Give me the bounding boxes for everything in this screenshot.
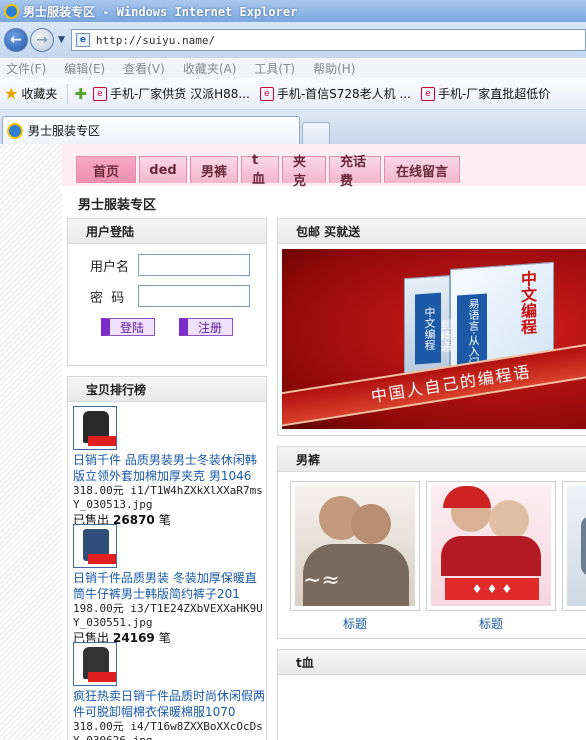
ie-logo-icon	[4, 3, 19, 19]
address-bar[interactable]: e http://suiyu.name/	[70, 29, 586, 51]
product-card: ♦ ♦ ♦ 标题	[426, 481, 556, 632]
favorites-button[interactable]: 收藏夹	[21, 85, 57, 102]
login-panel-title: 用户登陆	[68, 219, 266, 244]
tab-ie-icon	[7, 122, 23, 139]
login-panel: 用户登陆 用户名 密 码 登陆 注册	[67, 218, 267, 366]
favorite-page-icon: e	[92, 86, 107, 101]
address-toolbar: ← → ▼ e http://suiyu.name/	[0, 22, 586, 58]
menu-tools[interactable]: 工具(T)	[254, 60, 295, 77]
ranking-panel: 宝贝排行榜 日销千件 品质男装男士冬装休闲韩版立领外套加棉加厚夹克 男1046 …	[67, 376, 267, 740]
menu-file[interactable]: 文件(F)	[6, 60, 46, 77]
page-title: 男士服装专区	[78, 198, 157, 213]
login-button[interactable]: 登陆	[101, 318, 155, 336]
tshirt-panel: t血	[277, 649, 586, 740]
browser-tab-active[interactable]: 男士服装专区	[2, 116, 300, 144]
pants-panel: 男裤 ∼≈ 标题 ♦ ♦ ♦ 标题	[277, 446, 586, 639]
pants-panel-title: 男裤	[278, 447, 586, 472]
nav-ded[interactable]: ded	[139, 156, 187, 183]
product-thumbnail-jacket[interactable]	[73, 406, 117, 450]
promo-panel-title: 包邮 买就送	[278, 219, 586, 244]
favorites-separator	[67, 83, 69, 104]
favorite-link-label: 手机-厂家直批超低价	[437, 87, 551, 101]
back-button[interactable]: ←	[4, 28, 28, 52]
username-label: 用户名	[90, 259, 130, 275]
menu-view[interactable]: 查看(V)	[123, 60, 165, 77]
register-button[interactable]: 注册	[179, 318, 233, 336]
promo-banner-image[interactable]: 中文编程 易语言·从入门到精通 中文编程 中国人自己的编程语	[282, 249, 586, 429]
ranking-item: 疯狂热卖日销千件品质时尚休闲假两件可脱卸帽棉衣保暖棉服1070 318.00元 …	[73, 642, 265, 740]
product-link[interactable]: 日销千件 品质男装男士冬装休闲韩版立领外套加棉加厚夹克 男1046	[73, 452, 265, 484]
menu-help[interactable]: 帮助(H)	[313, 60, 355, 77]
menu-edit[interactable]: 编辑(E)	[64, 60, 105, 77]
window-titlebar: 男士服装专区 - Windows Internet Explorer	[0, 0, 586, 22]
favorite-link-2[interactable]: e 手机-首信S728老人机 ...	[259, 85, 411, 102]
ranking-item: 日销千件 品质男装男士冬装休闲韩版立领外套加棉加厚夹克 男1046 318.00…	[73, 406, 265, 528]
favorites-bar: ★ 收藏夹 ✚ e 手机-厂家供货 汉派H88... e 手机-首信S728老人…	[0, 78, 586, 110]
add-to-favorites-icon[interactable]: ✚	[74, 85, 87, 103]
window-title: 男士服装专区 - Windows Internet Explorer	[23, 4, 298, 19]
nav-tshirt[interactable]: t血	[241, 153, 279, 187]
nav-recharge[interactable]: 充话费	[329, 155, 381, 189]
favorites-star-icon[interactable]: ★	[4, 84, 18, 103]
product-link[interactable]: 疯狂热卖日销千件品质时尚休闲假两件可脱卸帽棉衣保暖棉服1070	[73, 688, 265, 720]
product-thumbnail-coat[interactable]	[73, 642, 117, 686]
password-input[interactable]	[138, 285, 250, 307]
product-link[interactable]: 日销千件品质男装 冬装加厚保暖直筒牛仔裤男士韩版简约裤子201	[73, 570, 265, 602]
favorite-link-label: 手机-厂家供货 汉派H88...	[109, 87, 250, 101]
page-viewport: 首页 ded 男裤 t血 夹克 充话费 在线留言 男士服装专区 用户登陆 用户名…	[0, 144, 586, 740]
banner-slogan: 中国人自己的编程语	[369, 362, 533, 407]
favorite-link-1[interactable]: e 手机-厂家供货 汉派H88...	[92, 85, 250, 102]
address-url[interactable]: http://suiyu.name/	[96, 34, 215, 47]
product-price: 318.00元 i4/T16w8ZXXBoXXcOcDsY_030626.jpg	[73, 720, 263, 740]
tshirt-panel-title: t血	[278, 650, 586, 675]
product-image[interactable]: ∼≈	[290, 481, 420, 611]
promo-panel: 包邮 买就送 中文编程 易语言·从入门到精通 中文编程 中国人自己的编程语	[277, 218, 586, 436]
ranking-item: 日销千件品质男装 冬装加厚保暖直筒牛仔裤男士韩版简约裤子201 198.00元 …	[73, 524, 265, 646]
product-image[interactable]	[562, 481, 586, 611]
tab-bar: 男士服装专区	[0, 110, 586, 144]
page-icon: e	[75, 33, 90, 47]
product-image[interactable]: ♦ ♦ ♦	[426, 481, 556, 611]
product-caption[interactable]: 标题	[426, 615, 556, 632]
forward-button[interactable]: →	[30, 28, 54, 52]
tab-title: 男士服装专区	[28, 124, 101, 138]
product-price: 318.00元 i1/T1W4hZXkXlXXaR7msY_030513.jpg	[73, 484, 263, 511]
nav-pants[interactable]: 男裤	[190, 156, 238, 183]
favorite-page-icon: e	[259, 86, 274, 101]
menu-favorites[interactable]: 收藏夹(A)	[183, 60, 237, 77]
favorite-link-3[interactable]: e 手机-厂家直批超低价	[420, 85, 551, 102]
menu-bar: 文件(F) 编辑(E) 查看(V) 收藏夹(A) 工具(T) 帮助(H)	[0, 58, 586, 78]
site-container: 首页 ded 男裤 t血 夹克 充话费 在线留言 男士服装专区 用户登陆 用户名…	[62, 144, 586, 740]
product-card: ∼≈ 标题	[290, 481, 420, 632]
favorite-link-label: 手机-首信S728老人机 ...	[276, 87, 411, 101]
nav-home[interactable]: 首页	[76, 156, 136, 183]
username-input[interactable]	[138, 254, 250, 276]
ranking-panel-title: 宝贝排行榜	[68, 377, 266, 402]
history-dropdown-icon[interactable]: ▼	[58, 35, 65, 45]
product-card-partial	[562, 481, 586, 611]
product-price: 198.00元 i3/T1E24ZXbVEXXaHK9UY_030551.jpg	[73, 602, 263, 629]
new-tab-button[interactable]	[302, 122, 330, 144]
nav-jacket[interactable]: 夹克	[282, 155, 326, 189]
site-nav: 首页 ded 男裤 t血 夹克 充话费 在线留言	[62, 144, 586, 189]
nav-guestbook[interactable]: 在线留言	[384, 156, 460, 183]
password-label: 密 码	[90, 290, 125, 306]
favorite-page-icon: e	[420, 86, 435, 101]
product-thumbnail-jeans[interactable]	[73, 524, 117, 568]
product-caption[interactable]: 标题	[290, 615, 420, 632]
